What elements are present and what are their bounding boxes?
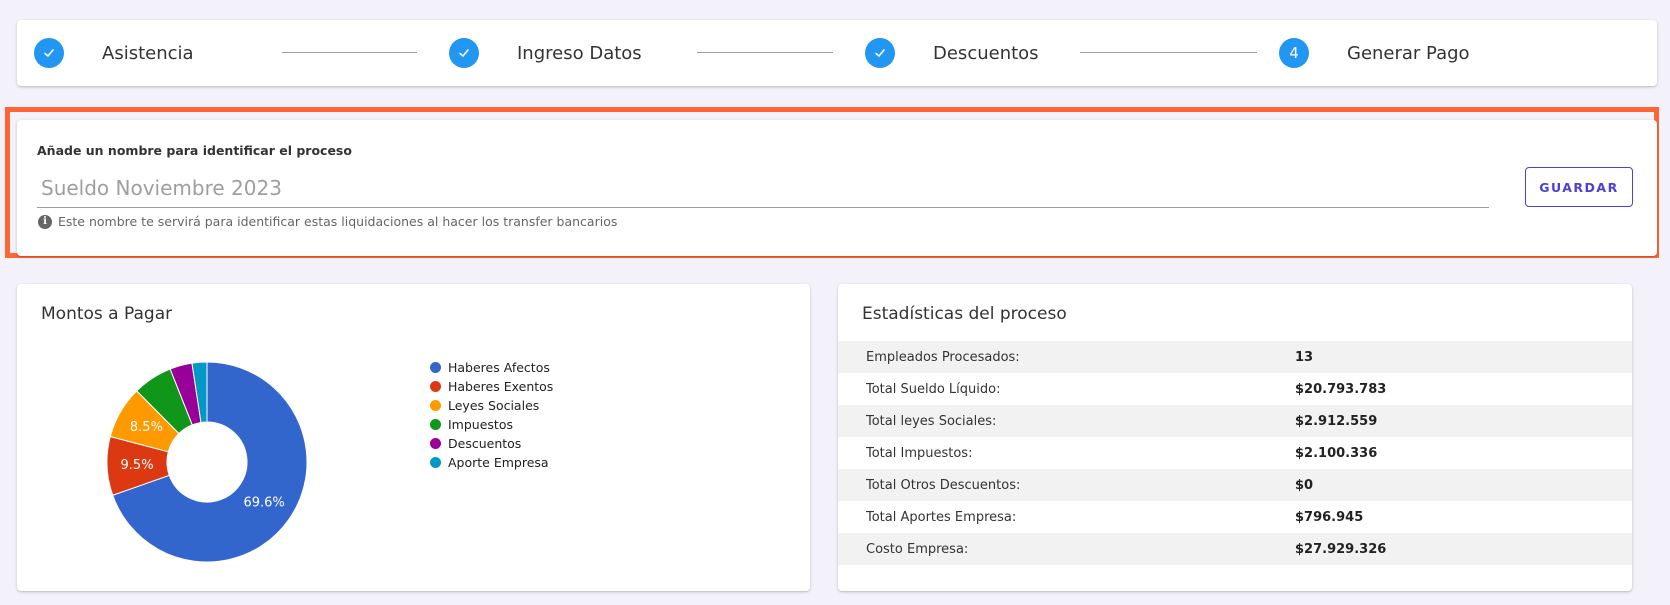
stats-row-spacer bbox=[838, 565, 1632, 583]
stats-title: Estadísticas del proceso bbox=[862, 304, 1067, 324]
stats-value: 13 bbox=[1295, 349, 1314, 365]
process-name-input[interactable] bbox=[37, 168, 1489, 208]
stats-value: $796.945 bbox=[1295, 509, 1364, 525]
stats-value: $0 bbox=[1295, 477, 1314, 493]
step-connector bbox=[282, 52, 417, 53]
legend-swatch bbox=[430, 362, 441, 373]
stats-value: $27.929.326 bbox=[1295, 541, 1387, 557]
step-label: Generar Pago bbox=[1347, 42, 1470, 64]
slice-label: 8.5% bbox=[130, 420, 163, 435]
help-text: Este nombre te servirá para identificar … bbox=[58, 214, 618, 229]
stats-label: Total leyes Sociales: bbox=[866, 413, 997, 429]
legend-label: Impuestos bbox=[448, 417, 513, 432]
legend-item[interactable]: Haberes Exentos bbox=[430, 377, 553, 396]
chart-title: Montos a Pagar bbox=[41, 304, 173, 324]
stats-label: Total Aportes Empresa: bbox=[866, 509, 1017, 525]
check-icon bbox=[34, 38, 64, 68]
stats-row: Total Otros Descuentos: $0 bbox=[838, 469, 1632, 501]
check-icon bbox=[865, 38, 895, 68]
check-icon bbox=[449, 38, 479, 68]
stats-card: Estadísticas del proceso Empleados Proce… bbox=[838, 284, 1632, 591]
step-label: Descuentos bbox=[933, 42, 1039, 64]
help-text-row: i Este nombre te servirá para identifica… bbox=[38, 214, 617, 229]
stats-value: $2.912.559 bbox=[1295, 413, 1378, 429]
chart-legend: Haberes Afectos Haberes Exentos Leyes So… bbox=[430, 358, 553, 472]
slice-label: 9.5% bbox=[121, 458, 154, 473]
step-label: Asistencia bbox=[102, 42, 194, 64]
legend-swatch bbox=[430, 400, 441, 411]
step-descuentos[interactable]: Descuentos bbox=[865, 20, 1039, 86]
legend-swatch bbox=[430, 457, 441, 468]
stats-label: Total Otros Descuentos: bbox=[866, 477, 1021, 493]
process-name-card: Añade un nombre para identificar el proc… bbox=[17, 120, 1657, 256]
stats-label: Costo Empresa: bbox=[866, 541, 969, 557]
legend-item[interactable]: Aporte Empresa bbox=[430, 453, 553, 472]
step-label: Ingreso Datos bbox=[517, 42, 642, 64]
legend-item[interactable]: Leyes Sociales bbox=[430, 396, 553, 415]
slice-label: 69.6% bbox=[243, 495, 284, 510]
stats-table: Empleados Procesados: 13 Total Sueldo Lí… bbox=[838, 341, 1632, 583]
legend-label: Aporte Empresa bbox=[448, 455, 549, 470]
info-icon: i bbox=[38, 214, 52, 229]
step-ingreso-datos[interactable]: Ingreso Datos bbox=[449, 20, 642, 86]
process-name-label: Añade un nombre para identificar el proc… bbox=[37, 143, 352, 158]
legend-item[interactable]: Haberes Afectos bbox=[430, 358, 553, 377]
legend-item[interactable]: Impuestos bbox=[430, 415, 553, 434]
legend-label: Descuentos bbox=[448, 436, 522, 451]
legend-label: Haberes Exentos bbox=[448, 379, 554, 394]
stats-row: Empleados Procesados: 13 bbox=[838, 341, 1632, 373]
step-asistencia[interactable]: Asistencia bbox=[34, 20, 194, 86]
donut-chart: 69.6% 9.5% 8.5% bbox=[106, 361, 308, 563]
legend-label: Leyes Sociales bbox=[448, 398, 540, 413]
legend-item[interactable]: Descuentos bbox=[430, 434, 553, 453]
step-generar-pago[interactable]: 4 Generar Pago bbox=[1279, 20, 1470, 86]
stats-row: Total Sueldo Líquido: $20.793.783 bbox=[838, 373, 1632, 405]
stats-row: Total leyes Sociales: $2.912.559 bbox=[838, 405, 1632, 437]
stepper: Asistencia Ingreso Datos Descuentos 4 Ge… bbox=[17, 20, 1657, 86]
legend-swatch bbox=[430, 438, 441, 449]
legend-swatch bbox=[430, 381, 441, 392]
step-connector bbox=[697, 52, 833, 53]
chart-card: Montos a Pagar 69.6% 9.5% 8.5% Haberes Afe… bbox=[17, 284, 810, 591]
stats-label: Total Impuestos: bbox=[866, 445, 973, 461]
step-connector bbox=[1080, 52, 1257, 53]
step-number: 4 bbox=[1279, 38, 1309, 68]
stats-value: $20.793.783 bbox=[1295, 381, 1387, 397]
save-button[interactable]: GUARDAR bbox=[1525, 167, 1633, 207]
stats-row: Total Aportes Empresa: $796.945 bbox=[838, 501, 1632, 533]
stats-value: $2.100.336 bbox=[1295, 445, 1378, 461]
stats-label: Total Sueldo Líquido: bbox=[866, 381, 1001, 397]
stats-label: Empleados Procesados: bbox=[866, 349, 1020, 365]
stats-row: Costo Empresa: $27.929.326 bbox=[838, 533, 1632, 565]
legend-label: Haberes Afectos bbox=[448, 360, 550, 375]
legend-swatch bbox=[430, 419, 441, 430]
stats-row: Total Impuestos: $2.100.336 bbox=[838, 437, 1632, 469]
